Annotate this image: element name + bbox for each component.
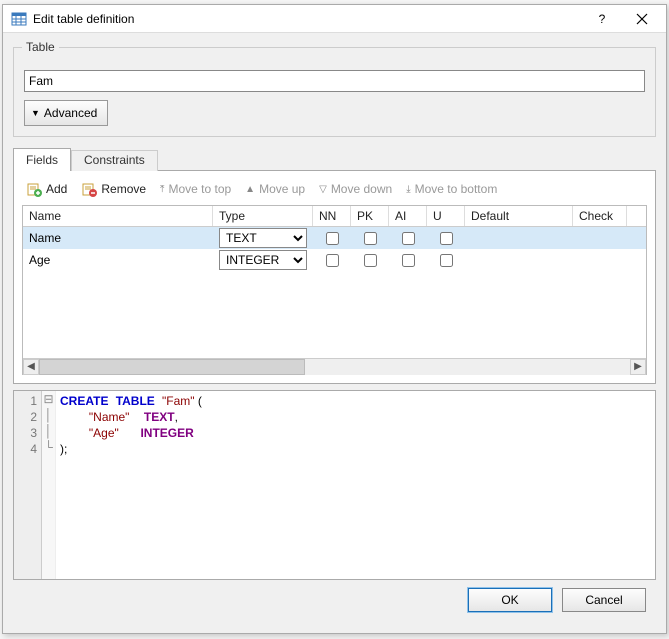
scroll-right-button[interactable]: ▶ xyxy=(630,359,646,375)
move-up-button[interactable]: ▲ Move up xyxy=(245,182,305,196)
move-bottom-button[interactable]: ⤓ Move to bottom xyxy=(406,182,497,196)
help-button[interactable]: ? xyxy=(582,6,622,32)
titlebar: Edit table definition ? xyxy=(3,5,666,33)
field-pk-checkbox[interactable] xyxy=(364,232,377,245)
field-u-checkbox[interactable] xyxy=(440,254,453,267)
sql-code[interactable]: CREATE TABLE "Fam" ( "Name" TEXT, "Age" … xyxy=(56,391,655,579)
field-nn-checkbox[interactable] xyxy=(326,232,339,245)
field-check-cell[interactable] xyxy=(573,249,627,271)
col-type[interactable]: Type xyxy=(213,206,313,226)
sql-preview: 1234 ⊟ ││└ CREATE TABLE "Fam" ( "Name" T… xyxy=(13,390,656,580)
col-pk[interactable]: PK xyxy=(351,206,389,226)
remove-field-button[interactable]: Remove xyxy=(81,181,146,197)
table-icon xyxy=(11,11,27,27)
chevron-down-icon: ▼ xyxy=(31,108,40,118)
field-ai-checkbox[interactable] xyxy=(402,232,415,245)
fields-panel: Add Remove ⤒ Move to top ▲ Move up xyxy=(13,170,656,384)
window-title: Edit table definition xyxy=(33,12,582,26)
edit-table-dialog: Edit table definition ? Table ▼ Advanced… xyxy=(2,4,667,634)
move-top-button[interactable]: ⤒ Move to top xyxy=(160,182,231,196)
table-group: Table ▼ Advanced xyxy=(13,47,656,137)
close-button[interactable] xyxy=(622,6,662,32)
field-check-cell[interactable] xyxy=(573,227,627,249)
horizontal-scrollbar[interactable]: ◀ ▶ xyxy=(23,358,646,374)
move-top-icon: ⤒ xyxy=(160,184,164,195)
col-default[interactable]: Default xyxy=(465,206,573,226)
field-pk-checkbox[interactable] xyxy=(364,254,377,267)
field-type-select[interactable]: TEXTINTEGERREALBLOBNUMERIC xyxy=(219,228,307,248)
field-ai-checkbox[interactable] xyxy=(402,254,415,267)
col-nn[interactable]: NN xyxy=(313,206,351,226)
field-nn-checkbox[interactable] xyxy=(326,254,339,267)
fields-toolbar: Add Remove ⤒ Move to top ▲ Move up xyxy=(22,179,647,205)
line-gutter: 1234 xyxy=(14,391,42,579)
cancel-button[interactable]: Cancel xyxy=(562,588,646,612)
tab-fields[interactable]: Fields xyxy=(13,148,71,171)
scroll-thumb[interactable] xyxy=(39,359,305,375)
field-u-checkbox[interactable] xyxy=(440,232,453,245)
move-up-icon: ▲ xyxy=(245,184,255,195)
add-field-button[interactable]: Add xyxy=(26,181,67,197)
group-label: Table xyxy=(22,40,59,54)
field-type-select[interactable]: TEXTINTEGERREALBLOBNUMERIC xyxy=(219,250,307,270)
scroll-track[interactable] xyxy=(39,359,630,375)
move-down-button[interactable]: ▽ Move down xyxy=(319,182,392,196)
grid-body[interactable]: Name TEXTINTEGERREALBLOBNUMERIC Age TEXTINT… xyxy=(23,227,646,358)
advanced-label: Advanced xyxy=(44,106,97,120)
remove-icon xyxy=(81,181,97,197)
fold-column: ⊟ ││└ xyxy=(42,391,56,579)
tabs: Fields Constraints Add Remove ⤒ Move to xyxy=(13,147,656,384)
move-down-icon: ▽ xyxy=(319,184,327,195)
col-u[interactable]: U xyxy=(427,206,465,226)
grid-header: Name Type NN PK AI U Default Check xyxy=(23,206,646,227)
dialog-footer: OK Cancel xyxy=(13,580,656,620)
fields-grid: Name Type NN PK AI U Default Check NameT… xyxy=(22,205,647,375)
field-name-cell[interactable]: Age xyxy=(23,249,213,271)
field-name-cell[interactable]: Name xyxy=(23,227,213,249)
table-name-input[interactable] xyxy=(24,70,645,92)
field-default-cell[interactable] xyxy=(465,227,573,249)
col-ai[interactable]: AI xyxy=(389,206,427,226)
table-row[interactable]: Name TEXTINTEGERREALBLOBNUMERIC xyxy=(23,227,646,249)
move-bottom-icon: ⤓ xyxy=(406,184,410,195)
add-icon xyxy=(26,181,42,197)
advanced-button[interactable]: ▼ Advanced xyxy=(24,100,108,126)
col-name[interactable]: Name xyxy=(23,206,213,226)
table-row[interactable]: Age TEXTINTEGERREALBLOBNUMERIC xyxy=(23,249,646,271)
fold-toggle[interactable]: ⊟ xyxy=(42,391,55,407)
scroll-left-button[interactable]: ◀ xyxy=(23,359,39,375)
ok-button[interactable]: OK xyxy=(468,588,552,612)
field-default-cell[interactable] xyxy=(465,249,573,271)
tab-constraints[interactable]: Constraints xyxy=(71,150,158,171)
col-check[interactable]: Check xyxy=(573,206,627,226)
